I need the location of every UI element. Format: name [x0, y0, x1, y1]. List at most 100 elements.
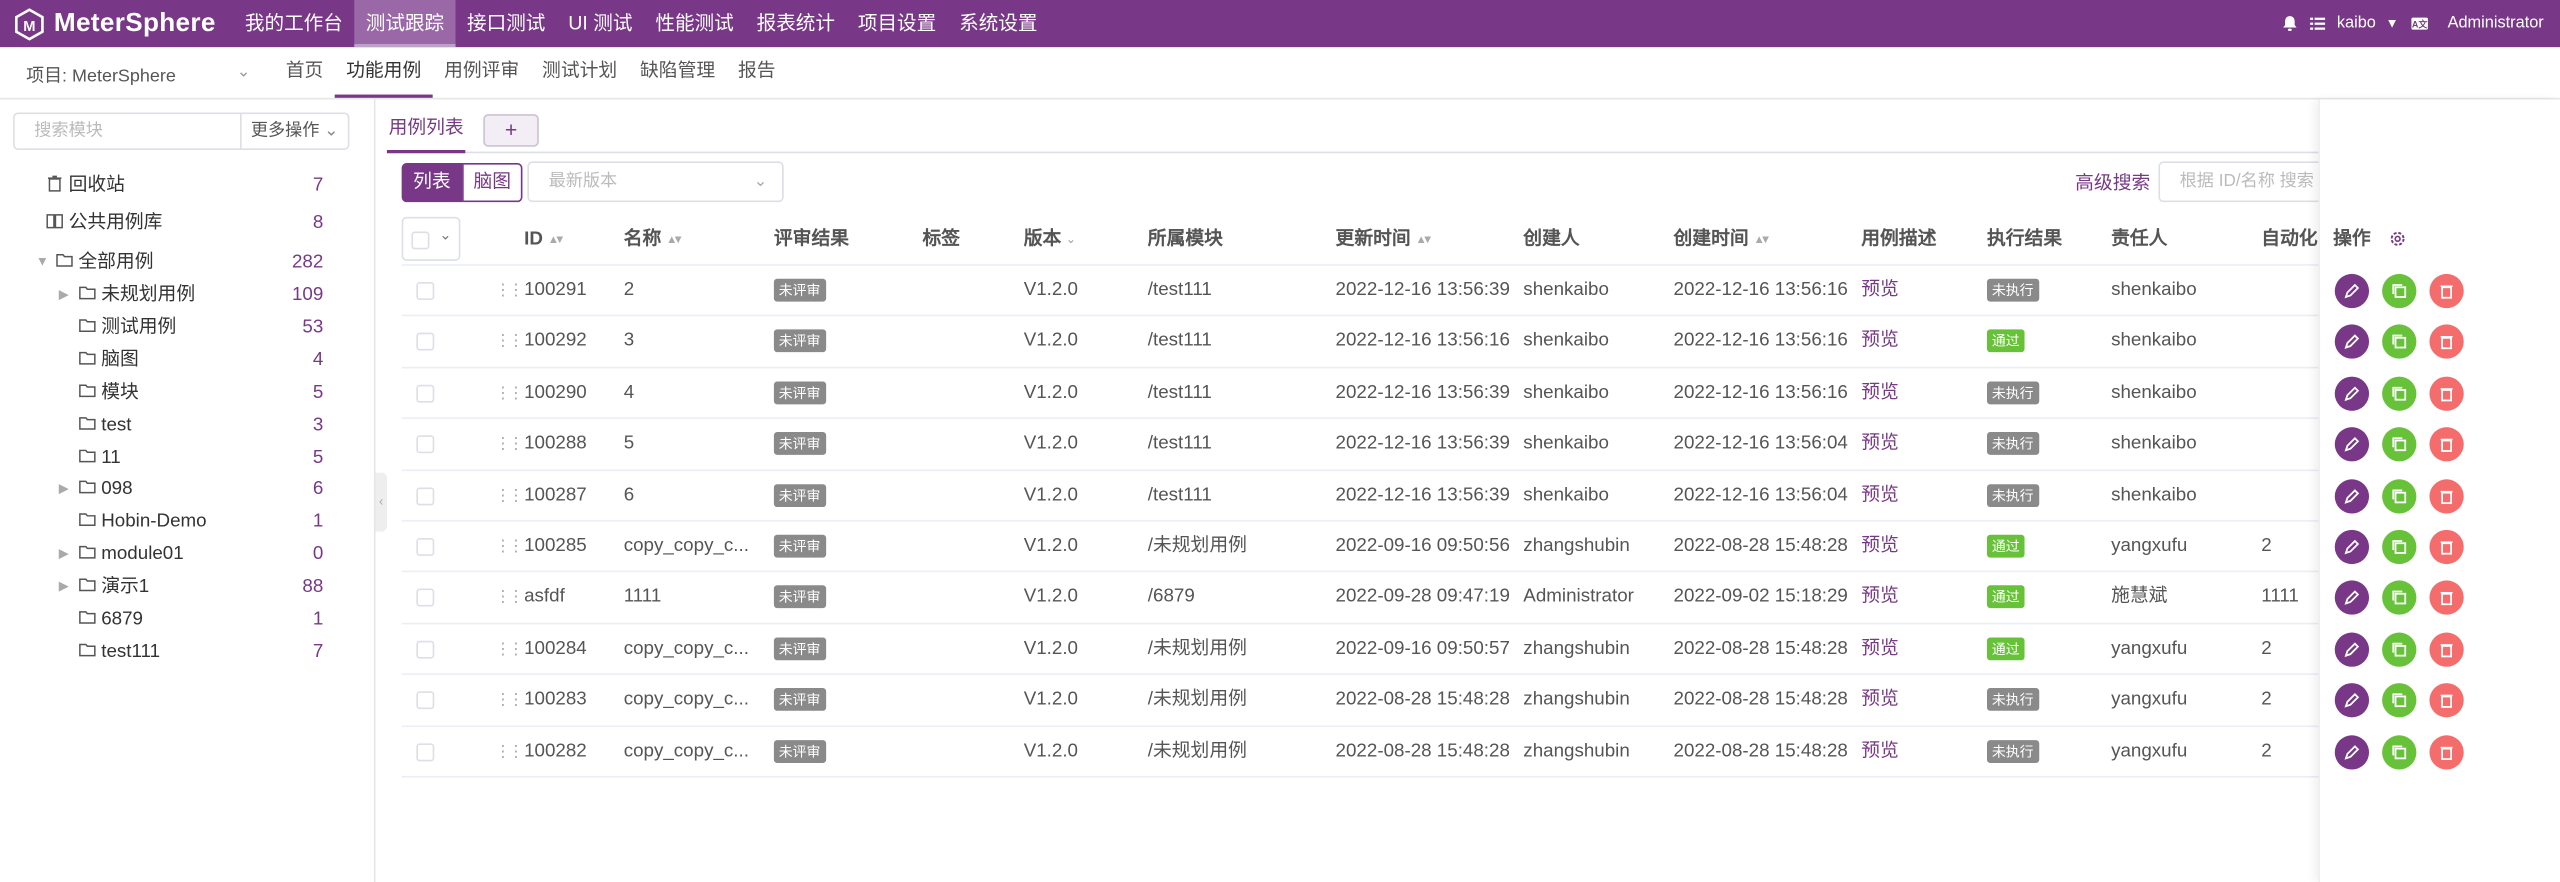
delete-button[interactable]	[2429, 683, 2464, 718]
drag-handle-icon[interactable]: ⋮⋮	[495, 282, 524, 302]
copy-button[interactable]	[2382, 273, 2417, 309]
chevron-down-icon[interactable]: ▼	[2386, 16, 2399, 31]
expand-arrow-icon[interactable]: ▶	[59, 279, 69, 312]
copy-button[interactable]	[2382, 581, 2417, 616]
list-view-button[interactable]: 列表	[401, 163, 463, 203]
edit-button[interactable]	[2334, 376, 2370, 411]
delete-button[interactable]	[2429, 734, 2464, 769]
subnav-item[interactable]: 功能用例	[334, 47, 433, 98]
column-header[interactable]: 版本 ⌄	[1024, 214, 1076, 266]
account-menu[interactable]: Administrator	[2448, 15, 2544, 33]
row-checkbox[interactable]	[416, 589, 435, 608]
expand-arrow-icon[interactable]: ▼	[36, 246, 49, 279]
column-header[interactable]: 执行结果	[1987, 214, 2062, 266]
delete-button[interactable]	[2429, 376, 2464, 411]
mindmap-view-button[interactable]: 脑图	[462, 163, 523, 203]
tree-node[interactable]: Hobin-Demo	[78, 506, 207, 539]
preview-link[interactable]: 预览	[1861, 536, 1899, 556]
delete-button[interactable]	[2429, 325, 2464, 360]
workspace-selector[interactable]: kaibo	[2337, 15, 2376, 33]
column-header[interactable]: 标签	[922, 214, 960, 266]
drag-handle-icon[interactable]: ⋮⋮	[495, 333, 524, 353]
add-tab-button[interactable]: +	[483, 114, 539, 147]
column-header[interactable]: 名称 ▲▼	[624, 214, 684, 266]
subnav-item[interactable]: 缺陷管理	[629, 47, 727, 98]
sort-icon[interactable]: ▲▼	[548, 235, 566, 246]
tree-node[interactable]: ▼ 全部用例	[36, 246, 154, 279]
row-checkbox[interactable]	[416, 537, 435, 556]
drag-handle-icon[interactable]: ⋮⋮	[495, 384, 524, 404]
edit-button[interactable]	[2334, 529, 2370, 565]
module-search-input[interactable]: 搜索模块	[13, 112, 241, 150]
topnav-item[interactable]: 我的工作台	[233, 0, 354, 47]
topnav-item[interactable]: 报表统计	[745, 0, 846, 47]
topnav-item[interactable]: UI 测试	[557, 0, 644, 47]
column-header[interactable]: 评审结果	[774, 214, 849, 266]
column-header[interactable]: ID ▲▼	[524, 214, 566, 266]
topnav-item[interactable]: 测试跟踪	[354, 0, 456, 48]
topnav-item[interactable]: 接口测试	[456, 0, 557, 47]
tree-node[interactable]: 11	[78, 441, 121, 474]
sort-icon[interactable]: ▲▼	[666, 235, 684, 246]
edit-button[interactable]	[2334, 683, 2370, 718]
drag-handle-icon[interactable]: ⋮⋮	[495, 640, 524, 660]
expand-arrow-icon[interactable]: ▶	[59, 473, 69, 506]
topnav-item[interactable]: 项目设置	[846, 0, 947, 47]
preview-link[interactable]: 预览	[1861, 383, 1899, 403]
advanced-search-link[interactable]: 高级搜索	[2075, 170, 2150, 196]
row-checkbox[interactable]	[416, 282, 435, 300]
sidebar-collapse-handle[interactable]: ‹	[375, 472, 387, 532]
tree-node[interactable]: ▶ 演示1	[59, 571, 149, 604]
drag-handle-icon[interactable]: ⋮⋮	[495, 538, 524, 558]
subnav-item[interactable]: 用例评审	[433, 47, 531, 98]
column-header[interactable]: 更新时间 ▲▼	[1336, 214, 1434, 266]
preview-link[interactable]: 预览	[1861, 434, 1899, 454]
edit-button[interactable]	[2334, 273, 2370, 309]
row-checkbox[interactable]	[416, 742, 435, 761]
copy-button[interactable]	[2382, 325, 2417, 360]
row-checkbox[interactable]	[416, 333, 435, 352]
table-row[interactable]: ⋮⋮ 100283 copy_copy_c... 未评审 V1.2.0/未规划用例 202…	[401, 675, 2534, 727]
table-row[interactable]: ⋮⋮ 100292 3 未评审 V1.2.0/test111 2022-12-16 13:…	[401, 317, 2534, 369]
column-header[interactable]: 创建时间 ▲▼	[1674, 214, 1772, 266]
delete-button[interactable]	[2429, 632, 2464, 667]
topnav-item[interactable]: 性能测试	[644, 0, 745, 47]
delete-button[interactable]	[2429, 478, 2464, 513]
table-row[interactable]: ⋮⋮ 100288 5 未评审 V1.2.0/test111 2022-12-16 13:…	[401, 419, 2534, 471]
delete-button[interactable]	[2429, 581, 2464, 616]
preview-link[interactable]: 预览	[1861, 485, 1899, 505]
preview-link[interactable]: 预览	[1861, 332, 1899, 352]
delete-button[interactable]	[2429, 427, 2464, 462]
preview-link[interactable]: 预览	[1861, 690, 1899, 710]
expand-arrow-icon[interactable]: ▶	[59, 538, 69, 571]
translate-icon[interactable]: A文	[2408, 15, 2431, 33]
row-checkbox[interactable]	[416, 691, 435, 710]
column-header[interactable]: 责任人	[2111, 214, 2167, 266]
select-all-checkbox[interactable]	[411, 231, 430, 250]
copy-button[interactable]	[2382, 683, 2417, 718]
bell-icon[interactable]	[2281, 15, 2299, 33]
table-row[interactable]: ⋮⋮ 100290 4 未评审 V1.2.0/test111 2022-12-16 13:…	[401, 368, 2534, 420]
select-all-dropdown[interactable]: ⌄	[401, 216, 461, 261]
column-header[interactable]: 用例描述	[1861, 214, 1936, 266]
sort-icon[interactable]: ▲▼	[1754, 235, 1772, 246]
tree-node[interactable]: 回收站	[46, 170, 125, 203]
tree-node[interactable]: test	[78, 409, 132, 442]
drag-handle-icon[interactable]: ⋮⋮	[495, 487, 524, 507]
copy-button[interactable]	[2382, 427, 2417, 462]
copy-button[interactable]	[2382, 632, 2417, 667]
edit-button[interactable]	[2334, 632, 2370, 667]
copy-button[interactable]	[2382, 734, 2417, 769]
delete-button[interactable]	[2429, 273, 2464, 309]
gear-icon[interactable]	[2389, 230, 2407, 248]
tree-node[interactable]: 脑图	[78, 344, 139, 377]
more-actions-button[interactable]: 更多操作 ⌄	[240, 112, 350, 150]
column-header[interactable]: 自动化	[2261, 214, 2317, 266]
tree-node[interactable]: ▶ 098	[59, 473, 133, 506]
task-list-icon[interactable]	[2309, 15, 2327, 33]
preview-link[interactable]: 预览	[1861, 639, 1899, 659]
logo[interactable]: M MeterSphere	[13, 7, 216, 41]
tree-node[interactable]: 模块	[78, 376, 139, 409]
chevron-down-icon[interactable]: ⌄	[1066, 235, 1076, 246]
subnav-item[interactable]: 报告	[727, 47, 787, 98]
